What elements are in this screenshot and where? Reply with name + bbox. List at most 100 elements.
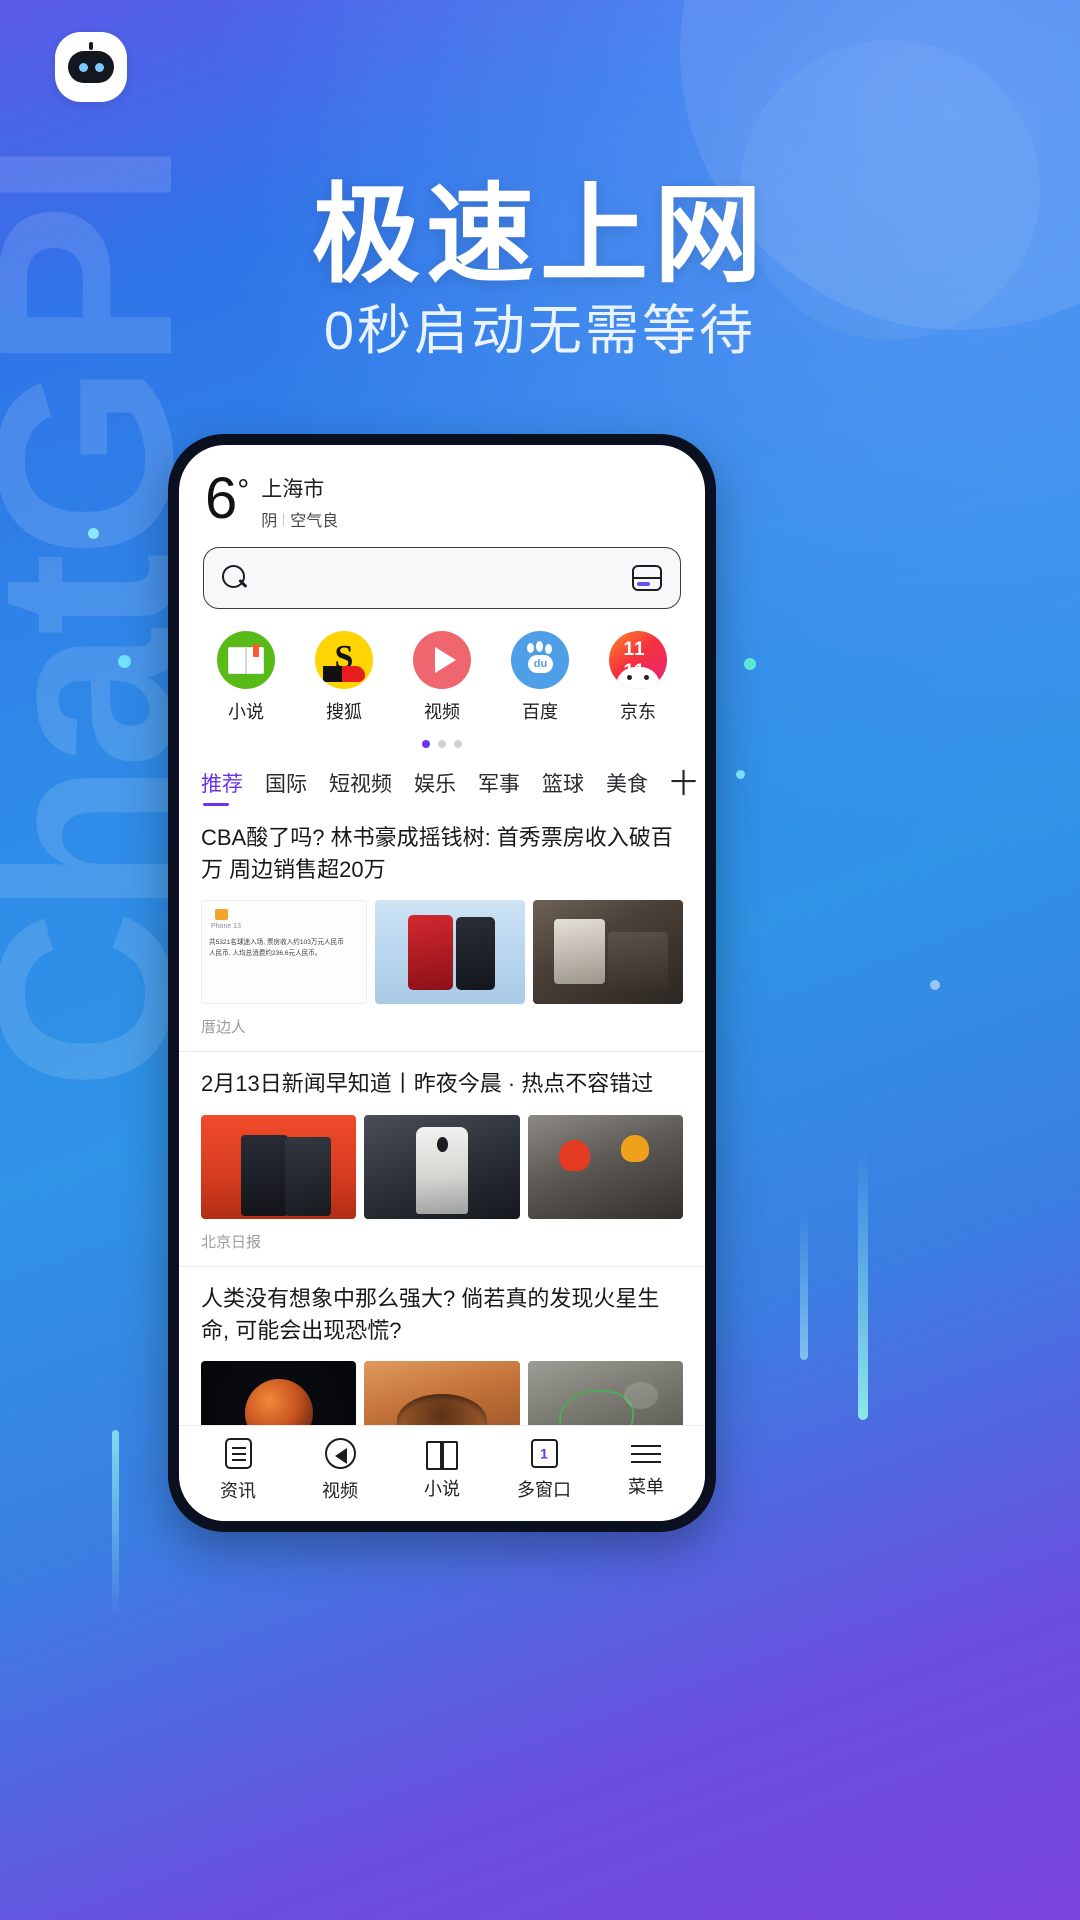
- shortcuts-row: 小说 S 搜狐 视频 du 百度 11 11 京东: [179, 609, 705, 724]
- open-book-icon: [426, 1440, 458, 1470]
- weather-separator: [283, 512, 285, 526]
- weather-widget[interactable]: 6 ° 上海市 阴 空气良: [179, 445, 705, 531]
- news-thumb-speech: [364, 1114, 520, 1219]
- nav-multiwindow[interactable]: 1 多窗口: [496, 1439, 592, 1502]
- news-thumb-rescue: [527, 1114, 683, 1219]
- nav-news[interactable]: 资讯: [190, 1438, 286, 1503]
- nav-label: 视频: [322, 1481, 358, 1501]
- tab-international[interactable]: 国际: [265, 768, 307, 806]
- nav-label: 菜单: [628, 1476, 664, 1497]
- news-thumbnails: [201, 1114, 683, 1219]
- bottom-navigation: 资讯 视频 小说 1 多窗口 菜单: [179, 1425, 705, 1521]
- shortcut-sohu[interactable]: S 搜狐: [305, 631, 383, 724]
- robot-eye-right: [94, 62, 104, 72]
- nav-menu[interactable]: 菜单: [598, 1443, 694, 1499]
- nav-novel[interactable]: 小说: [394, 1440, 490, 1501]
- news-title: CBA酸了吗? 林书豪成摇钱树: 首秀票房收入破百万 周边销售超20万: [201, 825, 673, 883]
- decor-dot-2: [118, 655, 131, 668]
- weather-city: 上海市: [261, 478, 325, 501]
- shortcut-video[interactable]: 视频: [403, 631, 481, 724]
- add-tab-button[interactable]: 十: [670, 762, 697, 806]
- news-thumb-surface: [527, 1360, 683, 1425]
- thumb-caption-line2: 人民币, 人均总消费约236.6元人民币。: [209, 950, 322, 958]
- pager-dot[interactable]: [454, 740, 462, 749]
- tab-shortvideo[interactable]: 短视频: [329, 768, 392, 806]
- tab-basketball[interactable]: 篮球: [542, 768, 584, 806]
- robot-eye-left: [78, 62, 88, 72]
- decor-streak-a: [858, 1150, 868, 1420]
- hero-title: 极速上网: [311, 174, 768, 295]
- pager-dot-active[interactable]: [422, 740, 430, 749]
- baidu-paw-icon: du: [511, 631, 569, 690]
- nav-label: 资讯: [220, 1481, 256, 1501]
- news-title: 2月13日新闻早知道丨昨夜今晨 · 热点不容错过: [201, 1071, 654, 1097]
- weather-condition: 阴: [261, 513, 278, 531]
- shortcut-label: 小说: [228, 702, 264, 723]
- news-source: 北京日报: [201, 1233, 262, 1251]
- decor-dot-1: [88, 528, 99, 539]
- search-icon: [222, 564, 249, 592]
- news-tabs: 推荐 国际 短视频 娱乐 军事 篮球 美食 十: [179, 748, 705, 807]
- news-card[interactable]: 2月13日新闻早知道丨昨夜今晨 · 热点不容错过 北京日报: [179, 1052, 705, 1267]
- window-count-badge: 1: [540, 1445, 548, 1462]
- news-thumb-handshake: [201, 1114, 357, 1219]
- nav-video[interactable]: 视频: [292, 1438, 388, 1503]
- temperature-value: 6: [205, 466, 237, 531]
- window-switch-icon[interactable]: [631, 565, 663, 592]
- news-thumbnails: [201, 1360, 683, 1425]
- decor-streak-b: [800, 1210, 808, 1360]
- thumb-caption-line1: 共5321名球迷入场, 票房收入约103万元人民币: [209, 939, 344, 947]
- video-play-icon: [413, 631, 471, 690]
- novel-book-icon: [217, 631, 275, 690]
- pager-dot[interactable]: [438, 740, 446, 749]
- shortcut-jd[interactable]: 11 11 京东: [599, 631, 677, 724]
- news-thumb-crater: [364, 1360, 520, 1425]
- news-thumb-bus: [533, 900, 683, 1005]
- shortcut-label: 京东: [620, 702, 656, 723]
- decor-streak-c: [112, 1430, 119, 1620]
- tab-entertainment[interactable]: 娱乐: [414, 768, 456, 806]
- search-input[interactable]: [203, 547, 681, 610]
- decor-dot-5: [930, 980, 940, 990]
- weather-text: 上海市 阴 空气良: [261, 473, 338, 531]
- shortcuts-pager[interactable]: [179, 724, 705, 749]
- news-thumb-players: [375, 900, 525, 1005]
- shortcut-label: 视频: [424, 702, 460, 723]
- video-back-circle-icon: [324, 1438, 356, 1469]
- hero-subtitle: 0秒启动无需等待: [323, 301, 757, 361]
- thumb-brand-caption: Phone 13: [211, 923, 241, 931]
- degree-symbol: °: [237, 474, 249, 507]
- news-thumbnails: Phone 13 共5321名球迷入场, 票房收入约103万元人民币 人民币, …: [201, 900, 683, 1005]
- news-title: 人类没有想象中那么强大? 倘若真的发现火星生命, 可能会出现恐慌?: [201, 1285, 660, 1343]
- jd-dog-icon: 11 11: [609, 631, 667, 690]
- tab-military[interactable]: 军事: [478, 768, 520, 806]
- news-card[interactable]: CBA酸了吗? 林书豪成摇钱树: 首秀票房收入破百万 周边销售超20万 Phon…: [179, 806, 705, 1053]
- phone-mockup: 6 ° 上海市 阴 空气良 小说 S 搜狐 视频 du 百度 11 京东 推荐 …: [168, 434, 716, 1532]
- hamburger-menu-icon: [631, 1443, 661, 1465]
- robot-head-shape: [68, 51, 114, 83]
- shortcut-baidu[interactable]: du 百度: [501, 631, 579, 724]
- weather-condition-row: 阴 空气良: [261, 507, 338, 531]
- shortcut-novel[interactable]: 小说: [207, 631, 285, 724]
- news-source: 厝边人: [201, 1019, 247, 1037]
- decor-dot-3: [744, 658, 756, 670]
- nav-label: 小说: [424, 1478, 460, 1499]
- news-thumb-document: Phone 13 共5321名球迷入场, 票房收入约103万元人民币 人民币, …: [201, 900, 367, 1005]
- shortcut-label: 搜狐: [326, 702, 362, 723]
- news-document-icon: [224, 1438, 252, 1469]
- weather-air-quality: 空气良: [290, 513, 339, 531]
- phone-screen: 6 ° 上海市 阴 空气良 小说 S 搜狐 视频 du 百度 11 京东 推荐 …: [179, 445, 705, 1521]
- news-card[interactable]: 人类没有想象中那么强大? 倘若真的发现火星生命, 可能会出现恐慌?: [179, 1267, 705, 1425]
- robot-logo-icon: [55, 32, 127, 102]
- multi-window-icon: 1: [530, 1439, 558, 1468]
- news-feed[interactable]: CBA酸了吗? 林书豪成摇钱树: 首秀票房收入破百万 周边销售超20万 Phon…: [179, 806, 705, 1425]
- tab-food[interactable]: 美食: [606, 768, 648, 806]
- weather-temperature: 6 °: [205, 466, 249, 531]
- crown-icon: [215, 909, 228, 921]
- news-thumb-mars-planet: [201, 1360, 357, 1425]
- shortcut-label: 百度: [522, 702, 558, 723]
- nav-label: 多窗口: [517, 1480, 571, 1500]
- sohu-logo-icon: S: [315, 631, 373, 690]
- decor-dot-4: [736, 770, 745, 779]
- tab-recommend[interactable]: 推荐: [201, 768, 243, 807]
